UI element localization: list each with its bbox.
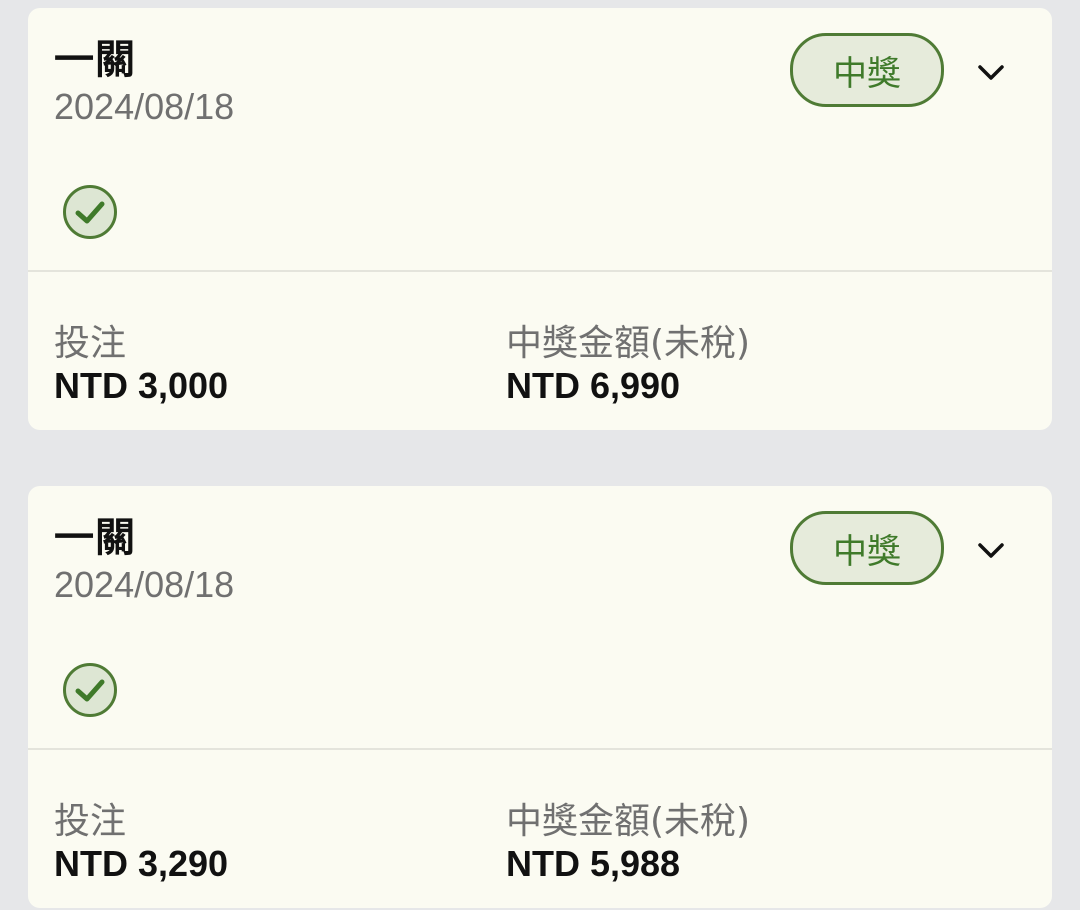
status-badge: 中獎 xyxy=(790,33,944,107)
bet-date: 2024/08/18 xyxy=(54,86,235,127)
bet-card-amounts: 投注 NTD 3,290 中獎金額(未稅) NTD 5,988 xyxy=(28,750,1052,908)
check-circle-icon xyxy=(62,662,118,718)
stake-column: 投注 NTD 3,000 xyxy=(54,322,228,406)
payout-label: 中獎金額(未稅) xyxy=(506,323,751,364)
payout-value: NTD 5,988 xyxy=(506,843,681,884)
payout-column: 中獎金額(未稅) NTD 5,988 xyxy=(506,800,750,884)
stake-value: NTD 3,000 xyxy=(54,365,229,406)
chevron-down-icon[interactable] xyxy=(974,534,1008,568)
stake-label: 投注 xyxy=(54,323,127,364)
bet-history-list: 一關 2024/08/18 中獎 投注 NTD 3,000 中獎金額(未稅) N… xyxy=(0,0,1080,910)
bet-card-header: 一關 2024/08/18 中獎 xyxy=(28,486,1052,750)
stake-value: NTD 3,290 xyxy=(54,843,229,884)
stake-label: 投注 xyxy=(54,801,127,842)
bet-card[interactable]: 一關 2024/08/18 中獎 投注 NTD 3,000 中獎金額(未稅) N… xyxy=(28,8,1052,430)
check-circle-icon xyxy=(62,184,118,240)
stake-column: 投注 NTD 3,290 xyxy=(54,800,228,884)
bet-card-amounts: 投注 NTD 3,000 中獎金額(未稅) NTD 6,990 xyxy=(28,272,1052,430)
bet-type-title: 一關 xyxy=(54,37,136,83)
bet-card[interactable]: 一關 2024/08/18 中獎 投注 NTD 3,290 中獎金額(未稅) N… xyxy=(28,486,1052,908)
payout-label: 中獎金額(未稅) xyxy=(506,801,751,842)
payout-column: 中獎金額(未稅) NTD 6,990 xyxy=(506,322,750,406)
bet-date: 2024/08/18 xyxy=(54,564,235,605)
payout-value: NTD 6,990 xyxy=(506,365,681,406)
status-badge: 中獎 xyxy=(790,511,944,585)
chevron-down-icon[interactable] xyxy=(974,56,1008,90)
bet-type-title: 一關 xyxy=(54,515,136,561)
bet-card-header: 一關 2024/08/18 中獎 xyxy=(28,8,1052,272)
